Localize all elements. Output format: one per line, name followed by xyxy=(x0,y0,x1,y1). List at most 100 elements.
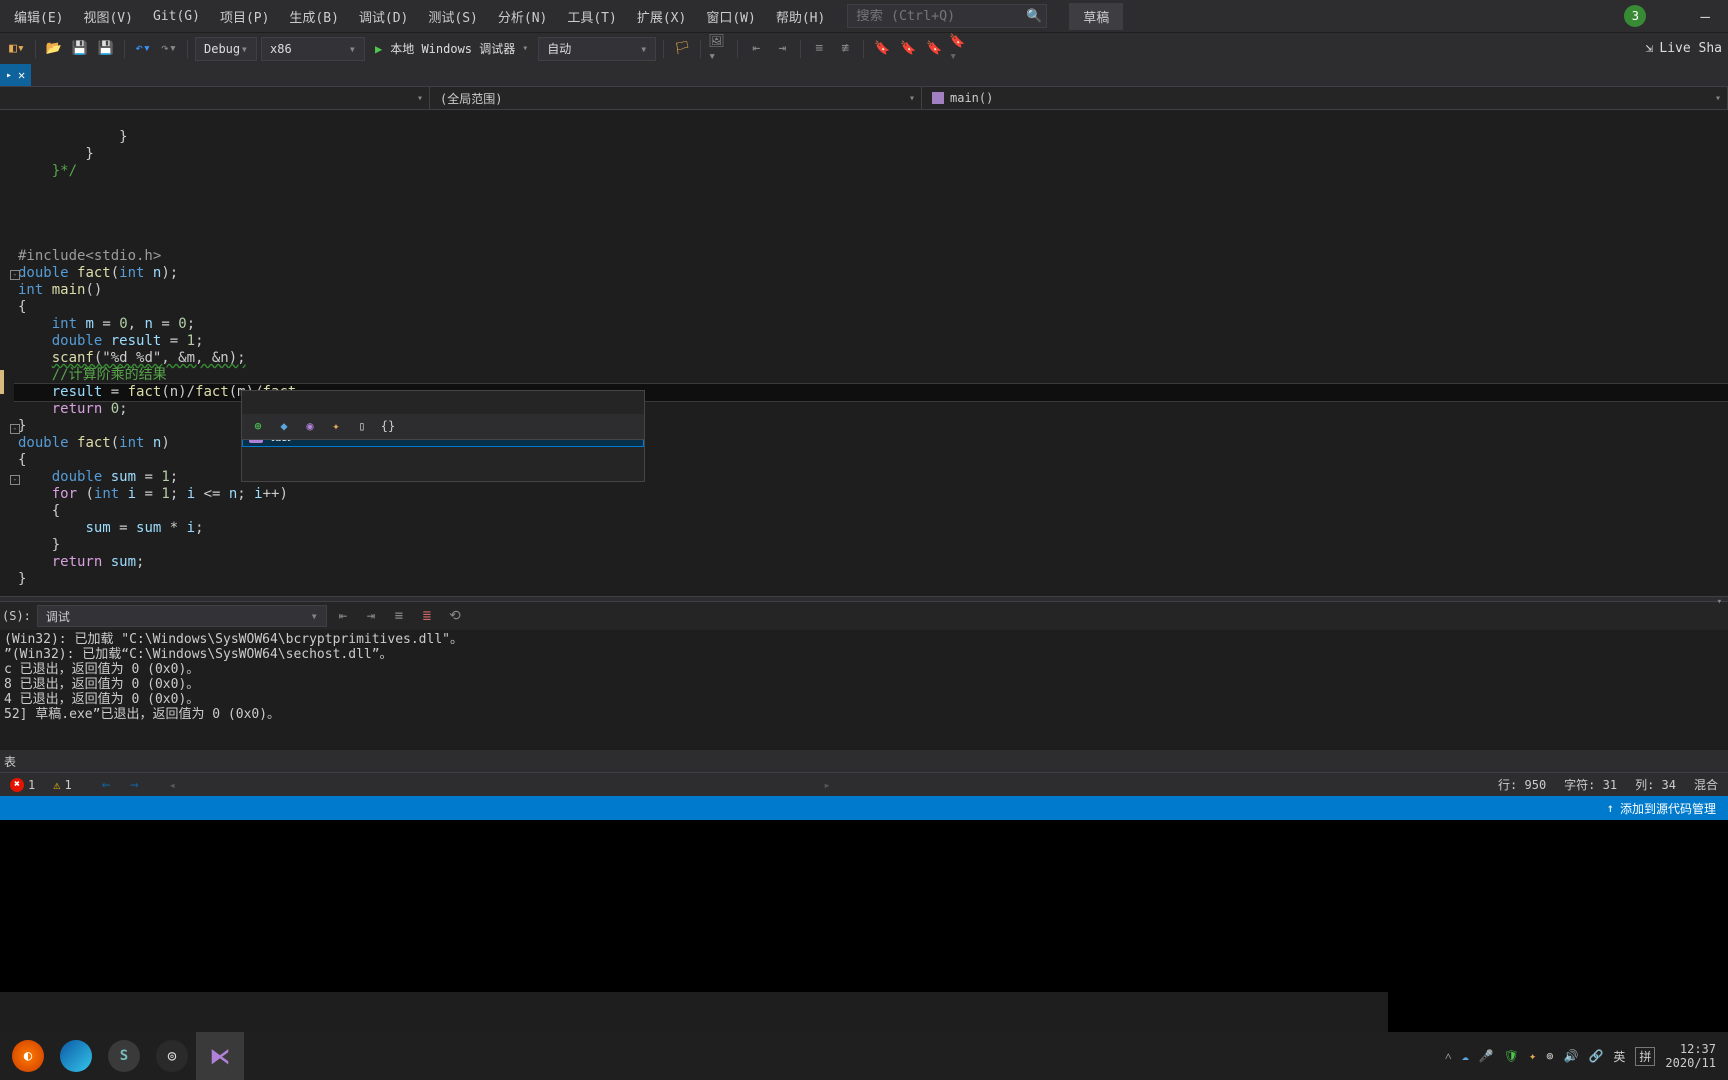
bookmark-icon[interactable]: 🔖 xyxy=(871,38,893,60)
code-editor[interactable]: } } }*/ #include<stdio.h> double fact(in… xyxy=(0,110,1728,596)
tab-table[interactable]: 表 xyxy=(4,753,16,770)
redo-icon[interactable]: ↷▾ xyxy=(158,38,180,60)
nav-project[interactable]: ▾ xyxy=(0,87,430,109)
menu-view[interactable]: 视图(V) xyxy=(73,1,142,32)
error-icon[interactable]: ✖ xyxy=(10,778,24,792)
filter-expand-icon[interactable]: ⊕ xyxy=(250,419,266,435)
bottom-tabs: 表 xyxy=(0,750,1728,772)
auto-dropdown[interactable]: 自动▾ xyxy=(538,37,656,61)
bookmark-prev-icon[interactable]: 🔖 xyxy=(897,38,919,60)
search-box[interactable]: 🔍 xyxy=(847,4,1047,28)
config-dropdown[interactable]: Debug▾ xyxy=(195,37,257,61)
nav-fwd-icon[interactable]: → xyxy=(130,777,138,793)
nav-back-icon[interactable]: ← xyxy=(102,777,110,793)
source-control-bar[interactable]: ↑ 添加到源代码管理 xyxy=(0,796,1728,820)
indent-left-icon[interactable]: ⇤ xyxy=(745,38,767,60)
new-item-icon[interactable]: ◧▾ xyxy=(6,38,28,60)
debugger-label[interactable]: 本地 Windows 调试器 xyxy=(390,40,515,57)
menu-window[interactable]: 窗口(W) xyxy=(696,1,765,32)
menu-project[interactable]: 项目(P) xyxy=(210,1,279,32)
status-row: 行: 950 xyxy=(1498,776,1546,793)
tray-ime-mode[interactable]: 拼 xyxy=(1635,1047,1655,1066)
minimize-button[interactable]: — xyxy=(1686,7,1724,26)
menu-edit[interactable]: 编辑(E) xyxy=(4,1,73,32)
separator xyxy=(800,40,801,58)
notification-badge[interactable]: 3 xyxy=(1624,5,1646,27)
tray-shield-icon[interactable]: 🛡 xyxy=(1504,1049,1519,1063)
filter-namespace-icon[interactable]: {} xyxy=(380,419,396,435)
close-tab-icon[interactable]: ✕ xyxy=(18,68,25,82)
uncomment-icon[interactable]: ≢ xyxy=(834,38,856,60)
menu-test[interactable]: 测试(S) xyxy=(418,1,487,32)
separator xyxy=(737,40,738,58)
intellisense-filter[interactable]: ⊕ ◆ ◉ ✦ ▯ {} xyxy=(241,414,645,440)
filter-class-icon[interactable]: ◆ xyxy=(276,419,292,435)
solution-name[interactable]: 草稿 xyxy=(1069,3,1123,30)
separator xyxy=(124,40,125,58)
save-all-icon[interactable]: 💾 xyxy=(95,38,117,60)
tray-ime-lang[interactable]: 英 xyxy=(1613,1048,1625,1065)
filter-field-icon[interactable]: ▯ xyxy=(354,419,370,435)
play-icon[interactable]: ▶ xyxy=(375,42,382,56)
status-char: 字符: 31 xyxy=(1564,776,1617,793)
platform-dropdown[interactable]: x86▾ xyxy=(261,37,365,61)
tray-cloud-icon[interactable]: ☁ xyxy=(1462,1049,1469,1063)
tray-clock[interactable]: 12:37 2020/11 xyxy=(1665,1042,1716,1070)
menu-analyze[interactable]: 分析(N) xyxy=(488,1,557,32)
tray-link-icon[interactable]: 🔗 xyxy=(1588,1049,1603,1063)
taskbar-vs[interactable]: ⧔ xyxy=(196,1032,244,1080)
scroll-left-icon[interactable]: ◂ xyxy=(169,778,176,792)
tray-chevron-icon[interactable]: ˄ xyxy=(1445,1049,1452,1064)
menu-ext[interactable]: 扩展(X) xyxy=(627,1,696,32)
active-tab[interactable]: ▸ ✕ xyxy=(0,64,31,86)
indent-right-icon[interactable]: ⇥ xyxy=(771,38,793,60)
tb-misc-1-icon[interactable]: 🏳 xyxy=(671,38,693,60)
warning-icon[interactable]: ⚠ xyxy=(53,778,60,792)
tray-wifi-icon[interactable]: ⊚ xyxy=(1546,1049,1553,1063)
taskbar-edge[interactable] xyxy=(52,1032,100,1080)
bookmark-next-icon[interactable]: 🔖 xyxy=(923,38,945,60)
separator xyxy=(863,40,864,58)
scroll-right-icon[interactable]: ▸ xyxy=(823,778,830,792)
filter-method-icon[interactable]: ◉ xyxy=(302,419,318,435)
menu-git[interactable]: Git(G) xyxy=(143,3,210,30)
undo-icon[interactable]: ↶▾ xyxy=(132,38,154,60)
separator xyxy=(35,40,36,58)
menu-help[interactable]: 帮助(H) xyxy=(766,1,835,32)
nav-bar: ▾ (全局范围)▾ main()▾ xyxy=(0,86,1728,110)
tray-app-icon[interactable]: ✦ xyxy=(1529,1049,1536,1063)
tray-sound-icon[interactable]: 🔊 xyxy=(1563,1049,1578,1063)
method-icon xyxy=(932,92,944,104)
separator xyxy=(187,40,188,58)
right-panel xyxy=(1388,826,1728,1032)
live-share-icon: ⇲ xyxy=(1646,41,1654,56)
taskbar-start[interactable]: ◐ xyxy=(4,1032,52,1080)
tb-image-icon[interactable]: 🖼▾ xyxy=(708,38,730,60)
gutter xyxy=(0,110,14,596)
nav-scope[interactable]: (全局范围)▾ xyxy=(430,87,922,109)
source-control-label: 添加到源代码管理 xyxy=(1620,800,1716,817)
status-col: 列: 34 xyxy=(1635,776,1676,793)
filter-convert-icon[interactable]: ✦ xyxy=(328,419,344,435)
menu-build[interactable]: 生成(B) xyxy=(279,1,348,32)
taskbar-obs[interactable]: ◎ xyxy=(148,1032,196,1080)
save-icon[interactable]: 💾 xyxy=(69,38,91,60)
upload-icon: ↑ xyxy=(1607,801,1614,815)
taskbar-app1[interactable]: S xyxy=(100,1032,148,1080)
live-share-button[interactable]: ⇲ Live Sha xyxy=(1646,41,1722,56)
document-tabs: ▸ ✕ xyxy=(0,64,1728,86)
error-bar: ✖ 1 ⚠ 1 ← → ◂ ▸ 行: 950 字符: 31 列: 34 混合 xyxy=(0,772,1728,796)
comment-icon[interactable]: ≡ xyxy=(808,38,830,60)
system-tray: ˄ ☁ 🎤 🛡 ✦ ⊚ 🔊 🔗 英 拼 12:37 2020/11 xyxy=(1445,1042,1724,1070)
main-toolbar: ◧▾ 📂 💾 💾 ↶▾ ↷▾ Debug▾ x86▾ ▶ 本地 Windows … xyxy=(0,32,1728,64)
open-icon[interactable]: 📂 xyxy=(43,38,65,60)
menu-debug[interactable]: 调试(D) xyxy=(349,1,418,32)
separator xyxy=(700,40,701,58)
search-input[interactable] xyxy=(856,9,1026,24)
tray-mic-icon[interactable]: 🎤 xyxy=(1479,1049,1494,1063)
menu-tools[interactable]: 工具(T) xyxy=(557,1,626,32)
nav-member[interactable]: main()▾ xyxy=(922,87,1728,109)
bookmark-clear-icon[interactable]: 🔖▾ xyxy=(949,38,971,60)
menu-bar: 编辑(E) 视图(V) Git(G) 项目(P) 生成(B) 调试(D) 测试(… xyxy=(0,0,1728,32)
code-area[interactable]: } } }*/ #include<stdio.h> double fact(in… xyxy=(14,110,1728,596)
